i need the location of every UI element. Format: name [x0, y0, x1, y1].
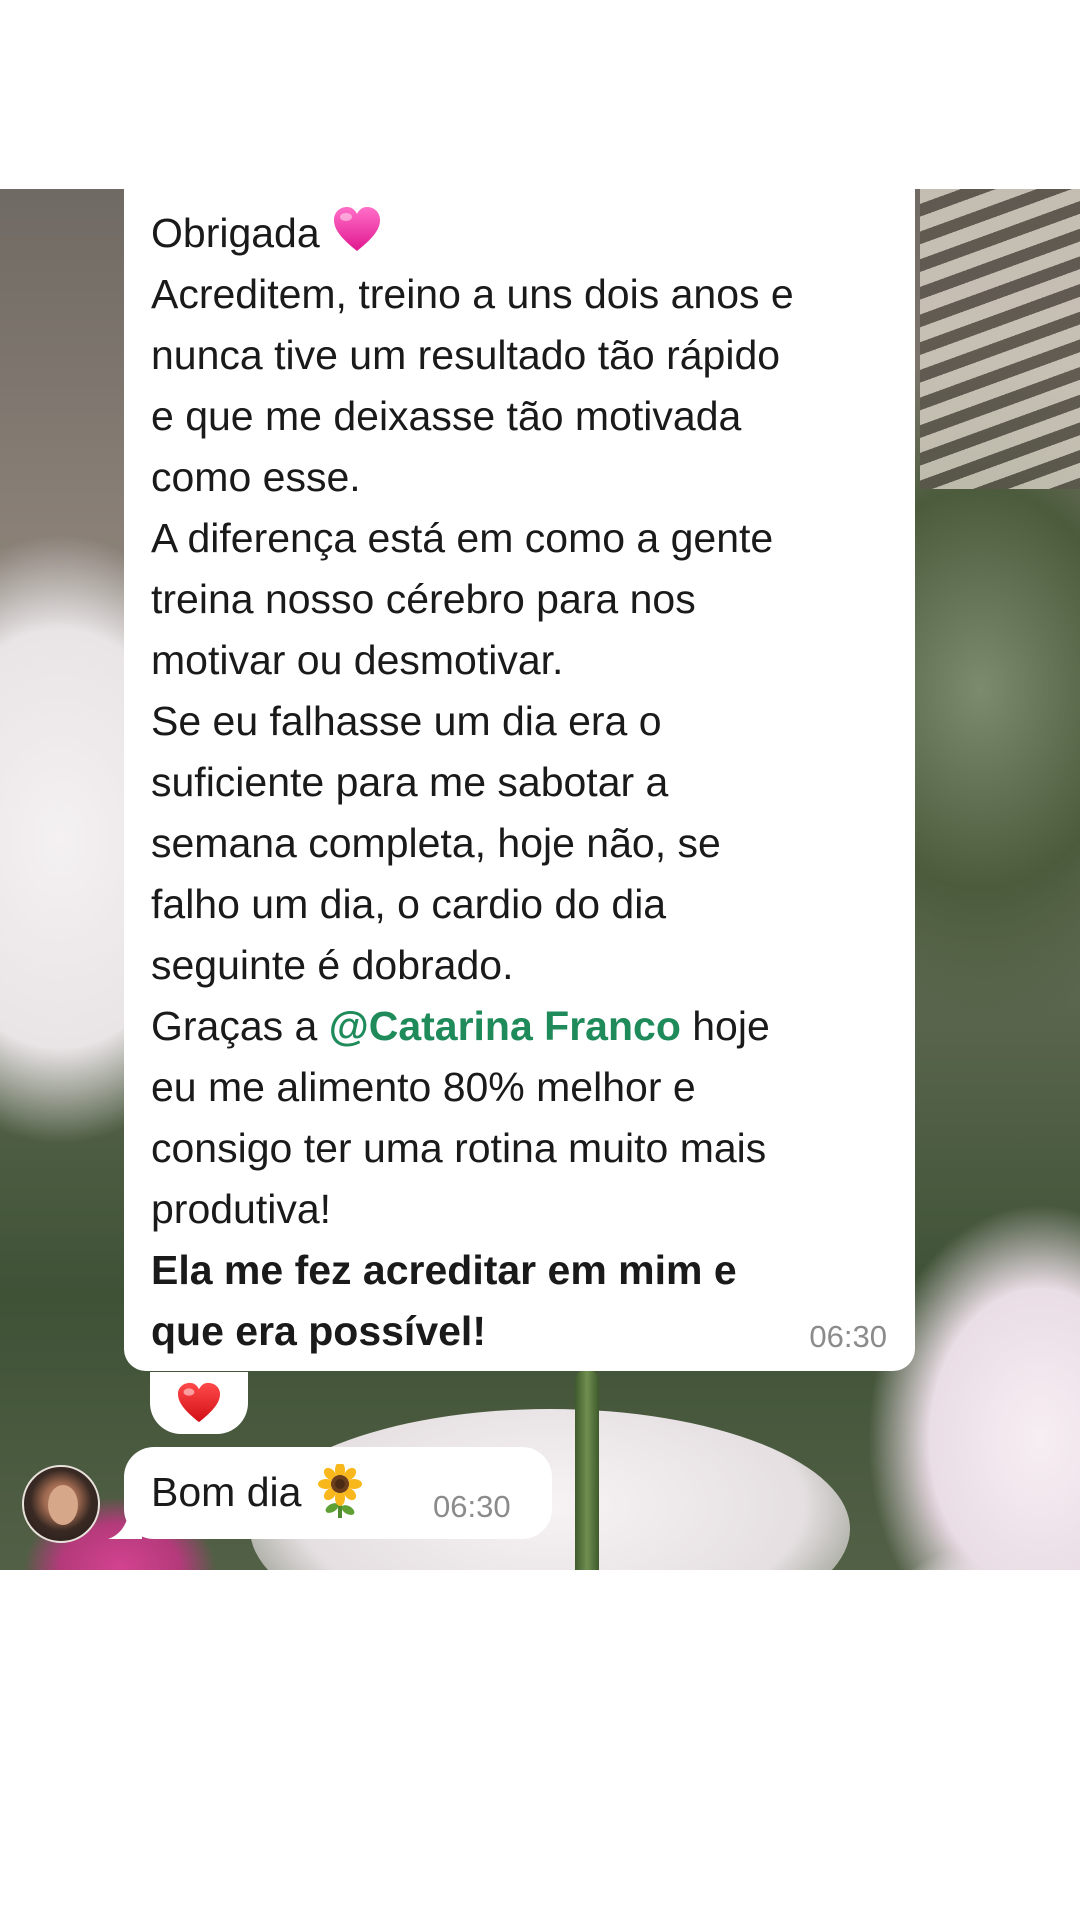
message-text: Bom dia	[151, 1463, 363, 1521]
message-line: nunca tive um resultado tão rápido	[151, 332, 781, 378]
avatar-face	[48, 1485, 78, 1525]
message-bubble-second[interactable]: Bom dia 06:30	[124, 1447, 552, 1539]
mention-suffix: hoje	[680, 1003, 770, 1049]
avatar[interactable]	[22, 1465, 100, 1543]
red-heart-icon	[178, 1382, 220, 1423]
mention-prefix: Graças a	[151, 1003, 329, 1049]
mention-link[interactable]: @Catarina Franco	[329, 1003, 681, 1049]
message-line: A diferença está em como a gente	[151, 515, 774, 561]
wallpaper-stem	[575, 1369, 599, 1570]
message-line: treina nosso cérebro para nos	[151, 576, 696, 622]
message-line: suficiente para me sabotar a	[151, 759, 669, 805]
message-line: falho um dia, o cardio do dia	[151, 881, 667, 927]
message-line: Acreditem, treino a uns dois anos e	[151, 271, 794, 317]
message-line: consigo ter uma rotina muito mais	[151, 1125, 767, 1171]
message-line: motivar ou desmotivar.	[151, 637, 564, 683]
message-line-bold: Ela me fez acreditar em mim e	[151, 1247, 737, 1293]
message-timestamp: 06:30	[433, 1489, 511, 1524]
message-line: como esse.	[151, 454, 361, 500]
sunflower-icon	[318, 1464, 363, 1518]
message-line-bold: que era possível!	[151, 1308, 486, 1354]
message-line: semana completa, hoje não, se	[151, 820, 721, 866]
story-page: Obrigada Acreditem, treino a uns dois an…	[0, 0, 1080, 1920]
message-text-content: Bom dia	[151, 1469, 302, 1515]
message-bubble-main[interactable]: Obrigada Acreditem, treino a uns dois an…	[124, 189, 915, 1371]
message-line: seguinte é dobrado.	[151, 942, 514, 988]
message-line: Obrigada	[151, 203, 889, 264]
message-timestamp: 06:30	[809, 1319, 887, 1354]
pink-heart-icon	[333, 207, 380, 251]
message-line: Se eu falhasse um dia era o	[151, 698, 662, 744]
message-line: produtiva!	[151, 1186, 332, 1232]
message-line: eu me alimento 80% melhor e	[151, 1064, 696, 1110]
wallpaper-slats	[920, 189, 1080, 489]
message-line-mention: Graças a @Catarina Franco hoje	[151, 996, 889, 1057]
message-line-text: Obrigada	[151, 210, 320, 256]
message-reaction[interactable]	[150, 1372, 248, 1434]
message-line: e que me deixasse tão motivada	[151, 393, 742, 439]
